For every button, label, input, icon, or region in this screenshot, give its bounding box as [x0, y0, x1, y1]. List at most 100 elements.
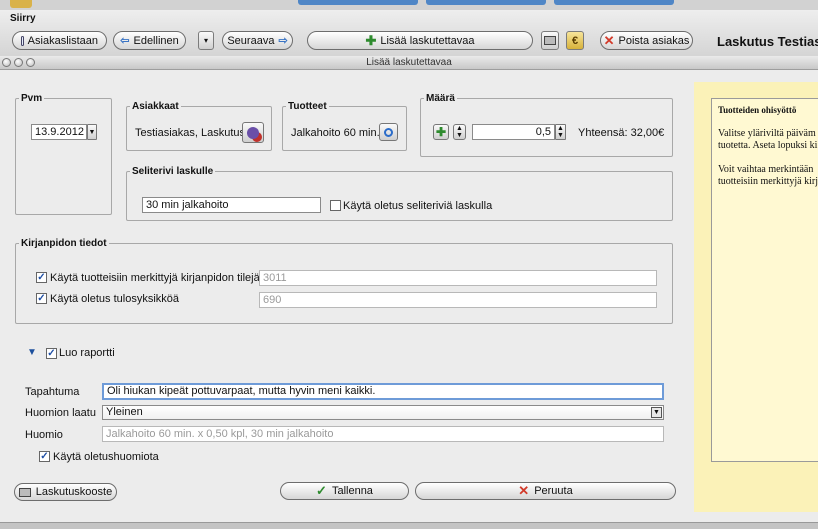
euro-icon: € — [571, 34, 579, 47]
use-default-unit-label: Käytä oletus tulosyksikköä — [50, 293, 180, 305]
popup-arrow-icon: ▼ — [651, 407, 662, 418]
help-title: Tuotteiden ohisyöttö — [718, 105, 797, 115]
close-x-icon: ✕ — [603, 32, 615, 48]
billing-summary-button[interactable]: Laskutuskooste — [14, 483, 117, 501]
default-description-checkbox[interactable] — [330, 200, 341, 211]
next-arrow-icon: ⇨ — [278, 35, 288, 47]
stepper-down-icon: ▼ — [456, 132, 463, 139]
chevron-down-icon: ▾ — [203, 36, 208, 45]
quantity-field[interactable]: 0,5 — [472, 124, 555, 140]
default-note-label: Käytä oletushuomiota — [53, 451, 159, 463]
cancel-label: Peruuta — [534, 485, 573, 497]
tuotteet-legend: Tuotteet — [288, 101, 327, 112]
default-note-checkbox[interactable]: ✓ — [39, 451, 50, 462]
choose-product-button[interactable] — [379, 123, 398, 141]
back-icon — [21, 35, 24, 46]
plus-icon: ✚ — [365, 32, 377, 48]
close-window-button[interactable] — [2, 58, 11, 67]
dialog-titlebar: Lisää laskutettavaa — [0, 56, 818, 70]
add-billable-dialog: Lisää laskutettavaa Pvm 13.9.2012 ▼ Asia… — [0, 56, 818, 522]
description-field[interactable]: 30 min jalkahoito — [142, 197, 321, 213]
use-product-accounts-checkbox[interactable]: ✓ — [36, 272, 47, 283]
app-logo-icon — [10, 0, 32, 8]
disclosure-triangle-icon[interactable]: ▼ — [27, 347, 37, 358]
note-label: Huomio — [25, 429, 63, 441]
row-stepper[interactable]: ▲ ▼ — [453, 124, 466, 140]
help-panel: Tuotteiden ohisyöttö Valitse yläriviltä … — [694, 82, 818, 512]
profit-unit-field[interactable]: 690 — [259, 292, 657, 308]
top-tab-3[interactable] — [554, 0, 674, 5]
date-popup-button[interactable]: ▼ — [87, 124, 97, 140]
event-field[interactable]: Oli hiukan kipeät pottuvarpaat, mutta hy… — [102, 383, 664, 400]
bottom-strip — [0, 522, 818, 529]
cancel-button[interactable]: ✕ Peruuta — [415, 482, 676, 500]
checkmark-icon: ✓ — [37, 272, 46, 283]
choose-customer-button[interactable] — [242, 122, 264, 143]
note-type-label: Huomion laatu — [25, 407, 96, 419]
maara-legend: Määrä — [426, 93, 455, 104]
search-icon — [384, 127, 393, 137]
dialog-title: Lisää laskutettavaa — [366, 57, 452, 68]
save-button[interactable]: ✓ Tallenna — [280, 482, 409, 500]
zoom-window-button[interactable] — [26, 58, 35, 67]
note-type-value: Yleinen — [106, 406, 143, 418]
previous-button[interactable]: ⇦ Edellinen — [113, 31, 186, 50]
help-line: Valitse yläriviltä päiväm — [718, 128, 816, 139]
back-to-list-label: Asiakaslistaan — [27, 34, 98, 47]
checkmark-icon: ✓ — [47, 348, 56, 359]
minimize-window-button[interactable] — [14, 58, 23, 67]
printer-icon — [18, 487, 31, 497]
popup-arrow-icon: ▼ — [88, 128, 96, 136]
stepper-up-icon: ▲ — [456, 125, 463, 132]
next-label: Seuraava — [227, 34, 275, 47]
plus-icon: ✚ — [435, 125, 447, 139]
asiakkaat-legend: Asiakkaat — [132, 101, 179, 112]
app-title: Laskutus Testias — [717, 34, 818, 49]
quantity-stepper[interactable]: ▲ ▼ — [555, 124, 566, 140]
checkmark-icon: ✓ — [316, 483, 327, 498]
checkmark-icon: ✓ — [40, 451, 49, 462]
next-button[interactable]: Seuraava ⇨ — [222, 31, 293, 50]
stepper-up-icon: ▲ — [557, 125, 564, 132]
help-line: Voit vaihtaa merkintään — [718, 164, 814, 175]
close-x-icon: ✕ — [518, 483, 530, 498]
date-field[interactable]: 13.9.2012 — [31, 124, 87, 140]
pvm-group: Pvm — [15, 93, 112, 215]
default-description-label: Käytä oletus seliteriviä laskulla — [343, 200, 493, 212]
note-type-select[interactable]: Yleinen ▼ — [102, 405, 664, 420]
previous-label: Edellinen — [133, 34, 179, 47]
add-billable-label: Lisää laskutettavaa — [380, 34, 475, 47]
save-label: Tallenna — [331, 485, 373, 497]
back-to-list-button[interactable]: Asiakaslistaan — [12, 31, 107, 50]
dropdown-toggle-button[interactable]: ▾ — [198, 31, 214, 50]
note-field[interactable]: Jalkahoito 60 min. x 0,50 kpl, 30 min ja… — [102, 426, 664, 442]
delete-customer-button[interactable]: ✕ Poista asiakas — [600, 31, 693, 50]
help-box: Tuotteiden ohisyöttö Valitse yläriviltä … — [711, 98, 818, 462]
printer-icon — [544, 36, 556, 45]
event-label: Tapahtuma — [25, 386, 80, 398]
create-report-label: Luo raportti — [59, 347, 115, 359]
stepper-down-icon: ▼ — [557, 132, 564, 139]
top-tab-1[interactable] — [298, 0, 418, 5]
billing-summary-label: Laskutuskooste — [35, 486, 113, 498]
kirjanpito-legend: Kirjanpidon tiedot — [21, 238, 107, 249]
add-billable-button[interactable]: ✚ Lisää laskutettavaa — [307, 31, 533, 50]
use-default-unit-checkbox[interactable]: ✓ — [36, 293, 47, 304]
product-value: Jalkahoito 60 min. — [291, 127, 380, 139]
delete-customer-label: Poista asiakas — [618, 34, 690, 47]
print-button[interactable] — [541, 31, 559, 50]
top-tab-2[interactable] — [426, 0, 546, 5]
top-strip — [0, 0, 818, 10]
help-line: tuotteisiin merkittyjä kirj — [718, 176, 818, 187]
account-field[interactable]: 3011 — [259, 270, 657, 286]
euro-button[interactable]: € — [566, 31, 584, 50]
seliterivi-legend: Seliterivi laskulle — [132, 166, 214, 177]
create-report-checkbox[interactable]: ✓ — [46, 348, 57, 359]
main-toolbar: Siirry Asiakaslistaan ⇦ Edellinen ▾ Seur… — [0, 10, 818, 58]
total-value: Yhteensä: 32,00€ — [578, 127, 665, 139]
help-line: tuotetta. Aseta lopuksi ki — [718, 140, 818, 151]
add-row-button[interactable]: ✚ — [433, 124, 449, 140]
previous-arrow-icon: ⇦ — [120, 35, 130, 47]
customer-value: Testiasiakas, Laskutus — [135, 127, 246, 139]
use-product-accounts-label: Käytä tuotteisiin merkittyjä kirjanpidon… — [50, 272, 260, 284]
